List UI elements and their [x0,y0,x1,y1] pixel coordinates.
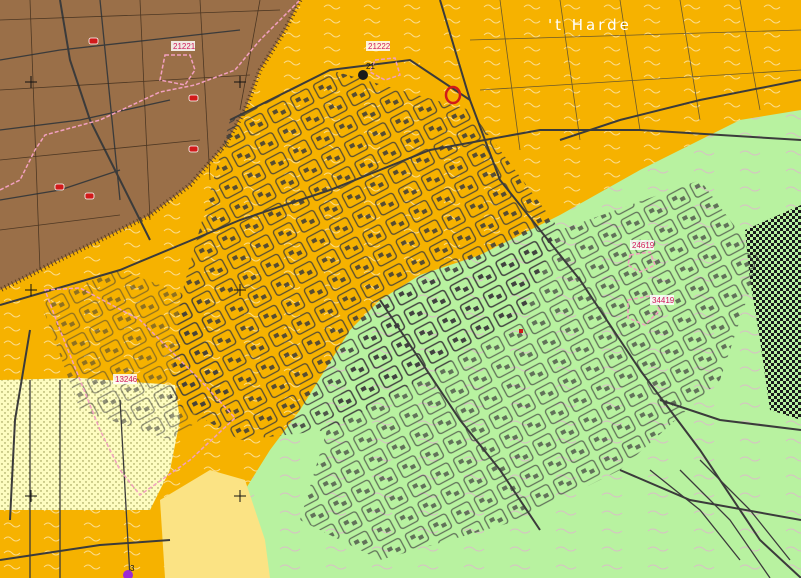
svg-text:24619: 24619 [632,241,655,250]
tag-34419[interactable]: 34419 [650,295,675,305]
svg-text:21221: 21221 [173,42,196,51]
place-name-label: 't Harde [548,16,632,34]
tag-3[interactable]: 3 [130,564,135,573]
svg-text:34419: 34419 [652,296,675,305]
svg-text:3: 3 [130,564,135,573]
poi-marker-21[interactable] [358,70,368,80]
tag-21[interactable]: 21 [366,62,375,71]
svg-text:21222: 21222 [368,42,391,51]
point-marker[interactable] [519,329,523,333]
map-canvas[interactable]: 't Harde 21221 21222 21 24619 34419 1324… [0,0,801,578]
tag-24619[interactable]: 24619 [630,240,655,250]
tag-21222[interactable]: 21222 [366,41,391,51]
svg-text:21: 21 [366,62,375,71]
svg-text:13246: 13246 [115,375,138,384]
map-view[interactable]: 't Harde 21221 21222 21 24619 34419 1324… [0,0,801,578]
tag-21221[interactable]: 21221 [171,41,196,51]
tag-13246[interactable]: 13246 [113,374,138,384]
